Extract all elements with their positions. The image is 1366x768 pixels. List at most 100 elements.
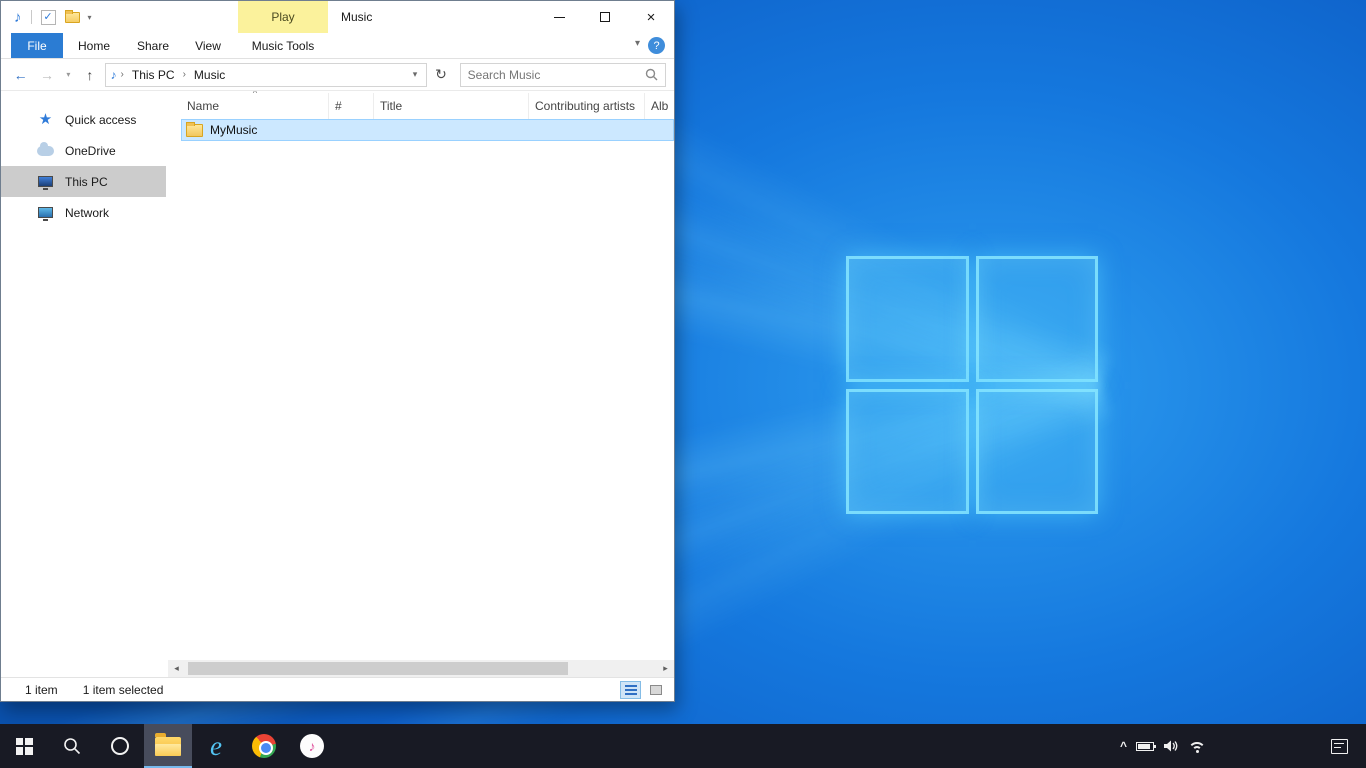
windows-logo-wallpaper [846,256,1098,514]
column-header-title[interactable]: Title [374,93,529,119]
contextual-tab-label: Play [271,10,294,24]
taskbar: e ♪ ^ [0,724,1366,768]
system-tray: ^ [1120,724,1206,768]
forward-button[interactable]: → [35,67,58,83]
speaker-glyph [1163,739,1179,753]
breadcrumb-this-pc[interactable]: This PC [126,68,181,82]
file-explorer-icon [155,737,181,756]
taskbar-internet-explorer-button[interactable]: e [192,724,240,768]
new-folder-icon[interactable] [65,12,80,23]
navigation-pane: ★ Quick access OneDrive This PC Network [1,91,166,677]
close-button[interactable]: × [628,1,674,33]
start-button[interactable] [0,724,48,768]
details-view-button[interactable] [620,681,641,699]
scroll-left-icon[interactable]: ◂ [168,663,185,674]
window-controls: × [536,1,674,33]
cloud-icon [37,143,54,158]
selected-count: 1 item selected [83,683,164,697]
taskbar-itunes-button[interactable]: ♪ [288,724,336,768]
properties-check-icon[interactable]: ✓ [41,10,56,25]
minimize-icon [554,17,565,18]
scrollbar-thumb[interactable] [188,662,568,675]
file-name: MyMusic [210,123,257,137]
item-count: 1 item [25,683,58,697]
star-icon: ★ [37,112,54,127]
status-bar: 1 item 1 item selected [1,677,674,701]
battery-icon[interactable] [1136,742,1154,751]
sidebar-item-label: Network [65,206,109,220]
tab-view[interactable]: View [185,33,231,58]
refresh-button[interactable]: ↻ [430,66,451,83]
tab-file[interactable]: File [11,33,63,58]
sidebar-item-label: This PC [65,175,108,189]
tab-music-tools[interactable]: Music Tools [239,33,327,58]
scrollbar-track[interactable] [185,660,657,677]
hidden-icons-chevron-icon[interactable]: ^ [1120,739,1127,753]
qat-separator [31,10,32,24]
itunes-icon: ♪ [300,734,324,758]
windows-logo-pane [846,256,969,382]
computer-icon [37,174,54,189]
address-bar-row: ← → ▾ ↑ ♪ › This PC › Music ▾ ↻ [1,59,674,91]
column-header-contributing-artists[interactable]: Contributing artists [529,93,645,119]
scroll-right-icon[interactable]: ▸ [657,663,674,674]
search-icon [645,68,658,81]
expand-ribbon-icon[interactable]: ▾ [635,38,640,49]
cortana-button[interactable] [96,724,144,768]
help-button[interactable]: ? [648,37,665,54]
customize-chevron-icon[interactable]: ▾ [88,13,92,22]
column-header-album[interactable]: Alb [645,93,674,119]
sidebar-item-label: OneDrive [65,144,116,158]
sidebar-item-this-pc[interactable]: This PC [1,166,166,197]
sidebar-item-quick-access[interactable]: ★ Quick access [1,104,166,135]
taskbar-chrome-button[interactable] [240,724,288,768]
horizontal-scrollbar[interactable]: ◂ ▸ [168,660,674,677]
file-explorer-window: ♪ ✓ ▾ Play Music × File Home Share View … [0,0,675,702]
volume-icon[interactable] [1163,739,1179,753]
internet-explorer-icon: e [210,733,222,760]
address-dropdown-icon[interactable]: ▾ [409,69,422,80]
network-icon [37,205,54,220]
breadcrumb-music[interactable]: Music [188,68,231,82]
windows-logo-icon [16,738,33,755]
close-icon: × [647,10,656,25]
back-button[interactable]: ← [9,67,32,83]
explorer-body: ★ Quick access OneDrive This PC Network [1,91,674,677]
file-rows: MyMusic [181,119,674,141]
desktop: ♪ ✓ ▾ Play Music × File Home Share View … [0,0,1366,768]
action-center-icon [1331,739,1348,754]
music-note-icon: ♪ [111,68,117,82]
cortana-icon [111,737,129,755]
contextual-tab-play[interactable]: Play [238,1,328,33]
sidebar-item-onedrive[interactable]: OneDrive [1,135,166,166]
music-note-icon: ♪ [14,10,22,25]
file-list-area: ^ Name # Title Contributing artists Alb … [166,91,674,677]
file-row-mymusic[interactable]: MyMusic [181,119,674,141]
maximize-icon [600,12,610,22]
view-toggle-buttons [620,681,666,699]
search-box[interactable] [460,63,666,87]
taskbar-search-button[interactable] [48,724,96,768]
search-input[interactable] [468,68,645,82]
maximize-button[interactable] [582,1,628,33]
minimize-button[interactable] [536,1,582,33]
title-bar[interactable]: ♪ ✓ ▾ Play Music × [1,1,674,33]
address-bar[interactable]: ♪ › This PC › Music ▾ [105,63,428,87]
sort-indicator-icon[interactable]: ^ [181,91,329,98]
column-headers: ^ Name # Title Contributing artists Alb [181,93,674,119]
up-button[interactable]: ↑ [78,67,101,83]
network-icon[interactable] [1188,740,1206,753]
sidebar-item-network[interactable]: Network [1,197,166,228]
folder-icon [186,124,203,137]
thumbnail-view-button[interactable] [645,681,666,699]
window-title: Music [341,1,372,33]
action-center-button[interactable] [1318,724,1360,768]
tab-share[interactable]: Share [127,33,179,58]
column-header-number[interactable]: # [329,93,374,119]
sidebar-item-label: Quick access [65,113,136,127]
taskbar-file-explorer-button[interactable] [144,724,192,768]
search-icon [62,736,82,756]
recent-locations-chevron[interactable]: ▾ [62,70,76,79]
ribbon-tabs: File Home Share View Music Tools ▾ ? [1,33,674,59]
tab-home[interactable]: Home [71,33,117,58]
